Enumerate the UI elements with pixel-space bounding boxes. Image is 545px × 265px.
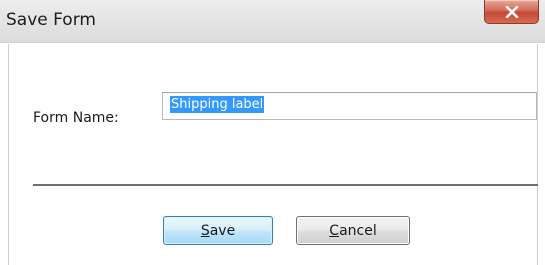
save-button[interactable]: Save [163,216,273,245]
form-name-value: Shipping label [170,96,265,113]
cancel-mnemonic: C [329,222,340,239]
cancel-label: ancel [339,222,377,239]
window-title: Save Form [6,10,96,30]
cancel-button[interactable]: Cancel [296,216,410,245]
save-label: ave [209,222,236,239]
title-bar[interactable]: Save Form [0,0,545,43]
dialog-frame [8,44,538,265]
separator [33,184,538,186]
save-mnemonic: S [200,222,210,239]
close-button[interactable] [484,0,539,24]
form-name-label: Form Name: [33,110,119,126]
form-name-input[interactable]: Shipping label [162,92,537,120]
save-form-dialog: Save Form Form Name: Shipping label Save… [0,0,545,265]
close-icon [485,0,538,23]
